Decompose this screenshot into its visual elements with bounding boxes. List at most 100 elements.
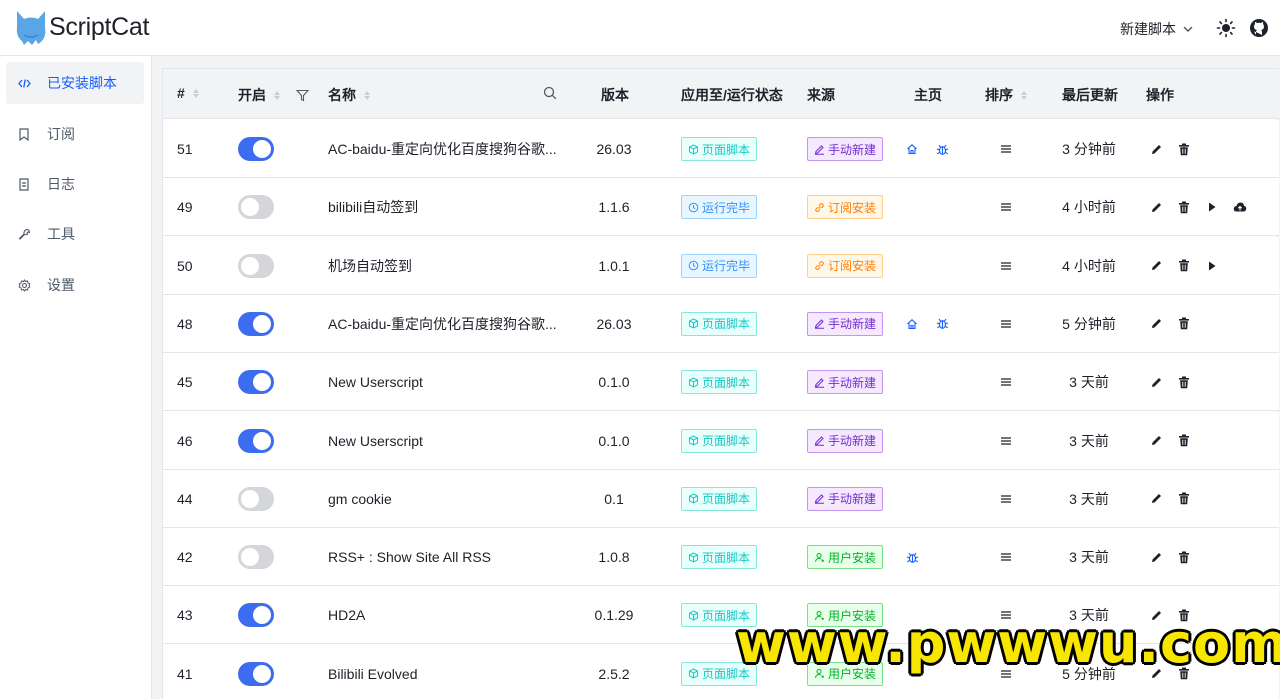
drag-handle-icon[interactable]: [999, 375, 1013, 389]
column-id-label: #: [177, 85, 185, 101]
drag-handle-icon[interactable]: [999, 142, 1013, 156]
column-version-label: 版本: [601, 87, 629, 103]
home-icon[interactable]: [905, 317, 919, 331]
enable-toggle[interactable]: [238, 253, 274, 278]
enable-toggle[interactable]: [238, 195, 274, 220]
cube-icon: [689, 552, 698, 563]
drag-handle-icon[interactable]: [999, 492, 1013, 506]
sort-icon[interactable]: [1021, 90, 1027, 100]
script-version: 0.1.0: [598, 374, 630, 391]
edit-icon[interactable]: [1149, 550, 1163, 564]
script-name[interactable]: New Userscript: [328, 412, 558, 470]
sort-icon[interactable]: [364, 90, 370, 100]
source-tag: 用户安装: [807, 545, 884, 570]
script-name[interactable]: 机场自动签到: [328, 237, 558, 295]
edit-icon[interactable]: [1149, 492, 1163, 506]
enable-toggle[interactable]: [238, 486, 274, 511]
drag-handle-icon[interactable]: [999, 200, 1013, 214]
delete-icon[interactable]: [1177, 375, 1191, 389]
sidebar-item-label: 日志: [47, 176, 75, 192]
row-actions: [1149, 412, 1191, 470]
enable-toggle[interactable]: [238, 661, 274, 686]
chevron-down-icon: [1183, 26, 1193, 32]
script-name[interactable]: bilibili自动签到: [328, 178, 558, 236]
column-enabled-label: 开启: [238, 87, 266, 103]
column-name[interactable]: 名称: [328, 85, 370, 105]
sort-icon[interactable]: [192, 88, 199, 98]
enable-toggle[interactable]: [238, 370, 274, 395]
bug-icon[interactable]: [935, 142, 949, 156]
edit-icon[interactable]: [1149, 434, 1163, 448]
delete-icon[interactable]: [1177, 200, 1191, 214]
delete-icon[interactable]: [1177, 259, 1191, 273]
source-tag-label: 用户安装: [828, 550, 877, 565]
column-status-label: 应用至/运行状态: [681, 87, 783, 103]
delete-icon[interactable]: [1177, 434, 1191, 448]
play-icon[interactable]: [1205, 259, 1219, 273]
play-icon[interactable]: [1205, 200, 1219, 214]
sidebar-item-settings[interactable]: 设置: [6, 264, 144, 306]
last-updated: 3 分钟前: [1062, 141, 1116, 157]
script-name[interactable]: gm cookie: [328, 470, 558, 528]
script-id: 46: [177, 432, 193, 449]
enable-toggle[interactable]: [238, 428, 274, 453]
home-icon[interactable]: [905, 142, 919, 156]
enable-toggle[interactable]: [238, 137, 274, 161]
drag-handle-icon[interactable]: [999, 434, 1013, 448]
filter-icon[interactable]: [296, 89, 309, 102]
sidebar-item-logs[interactable]: 日志: [6, 163, 144, 205]
sort-icon[interactable]: [274, 90, 280, 100]
sidebar-item-tools[interactable]: 工具: [6, 213, 144, 255]
script-name[interactable]: HD2A: [328, 586, 558, 644]
source-tag-label: 手动新建: [828, 142, 877, 157]
delete-icon[interactable]: [1177, 317, 1191, 331]
sidebar-item-installed-scripts[interactable]: 已安装脚本: [6, 62, 144, 104]
column-sort[interactable]: 排序: [985, 85, 1027, 105]
sun-icon[interactable]: [1216, 18, 1236, 38]
enable-toggle[interactable]: [238, 603, 274, 628]
bug-icon[interactable]: [935, 317, 949, 331]
toggle-knob: [241, 489, 259, 508]
sidebar-item-label: 已安装脚本: [47, 75, 117, 91]
column-enabled[interactable]: 开启: [238, 85, 309, 105]
toggle-knob: [253, 140, 271, 158]
edit-icon[interactable]: [1149, 317, 1163, 331]
script-name[interactable]: AC-baidu-重定向优化百度搜狗谷歌...: [328, 295, 558, 353]
column-source-label: 来源: [807, 87, 835, 103]
last-updated: 3 天前: [1069, 432, 1109, 449]
status-tag: 页面脚本: [681, 311, 758, 336]
drag-handle-icon[interactable]: [999, 259, 1013, 273]
column-homepage: 主页: [914, 85, 942, 105]
github-icon[interactable]: [1249, 18, 1269, 38]
edit-icon[interactable]: [1149, 259, 1163, 273]
toggle-knob: [241, 198, 259, 217]
table-row: 42 RSS+ : Show Site All RSS 1.0.8 页面脚本 用户安装 3…: [163, 528, 1279, 587]
edit-icon[interactable]: [1149, 142, 1163, 156]
script-name[interactable]: RSS+ : Show Site All RSS: [328, 528, 558, 586]
column-actions: 操作: [1146, 85, 1174, 105]
search-icon[interactable]: [543, 86, 557, 100]
column-version: 版本: [601, 85, 629, 105]
cat-logo-icon[interactable]: [14, 9, 48, 47]
column-id[interactable]: #: [177, 85, 199, 101]
enable-toggle[interactable]: [238, 311, 274, 336]
sidebar-item-subscriptions[interactable]: 订阅: [6, 113, 144, 155]
delete-icon[interactable]: [1177, 550, 1191, 564]
script-name[interactable]: Bilibili Evolved: [328, 645, 558, 699]
script-name[interactable]: New Userscript: [328, 353, 558, 411]
edit-icon[interactable]: [1149, 375, 1163, 389]
edit-icon[interactable]: [1149, 200, 1163, 214]
bug-icon[interactable]: [905, 550, 919, 564]
status-tag-label: 页面脚本: [702, 550, 751, 565]
new-script-dropdown[interactable]: 新建脚本: [1120, 19, 1194, 39]
cloud-upload-icon[interactable]: [1233, 200, 1247, 214]
script-id: 48: [177, 315, 193, 332]
source-tag: 订阅安装: [807, 195, 884, 220]
delete-icon[interactable]: [1177, 142, 1191, 156]
drag-handle-icon[interactable]: [999, 550, 1013, 564]
script-name[interactable]: AC-baidu-重定向优化百度搜狗谷歌...: [328, 120, 558, 178]
enable-toggle[interactable]: [238, 545, 274, 570]
app-title[interactable]: ScriptCat: [49, 13, 149, 42]
delete-icon[interactable]: [1177, 492, 1191, 506]
drag-handle-icon[interactable]: [999, 317, 1013, 331]
